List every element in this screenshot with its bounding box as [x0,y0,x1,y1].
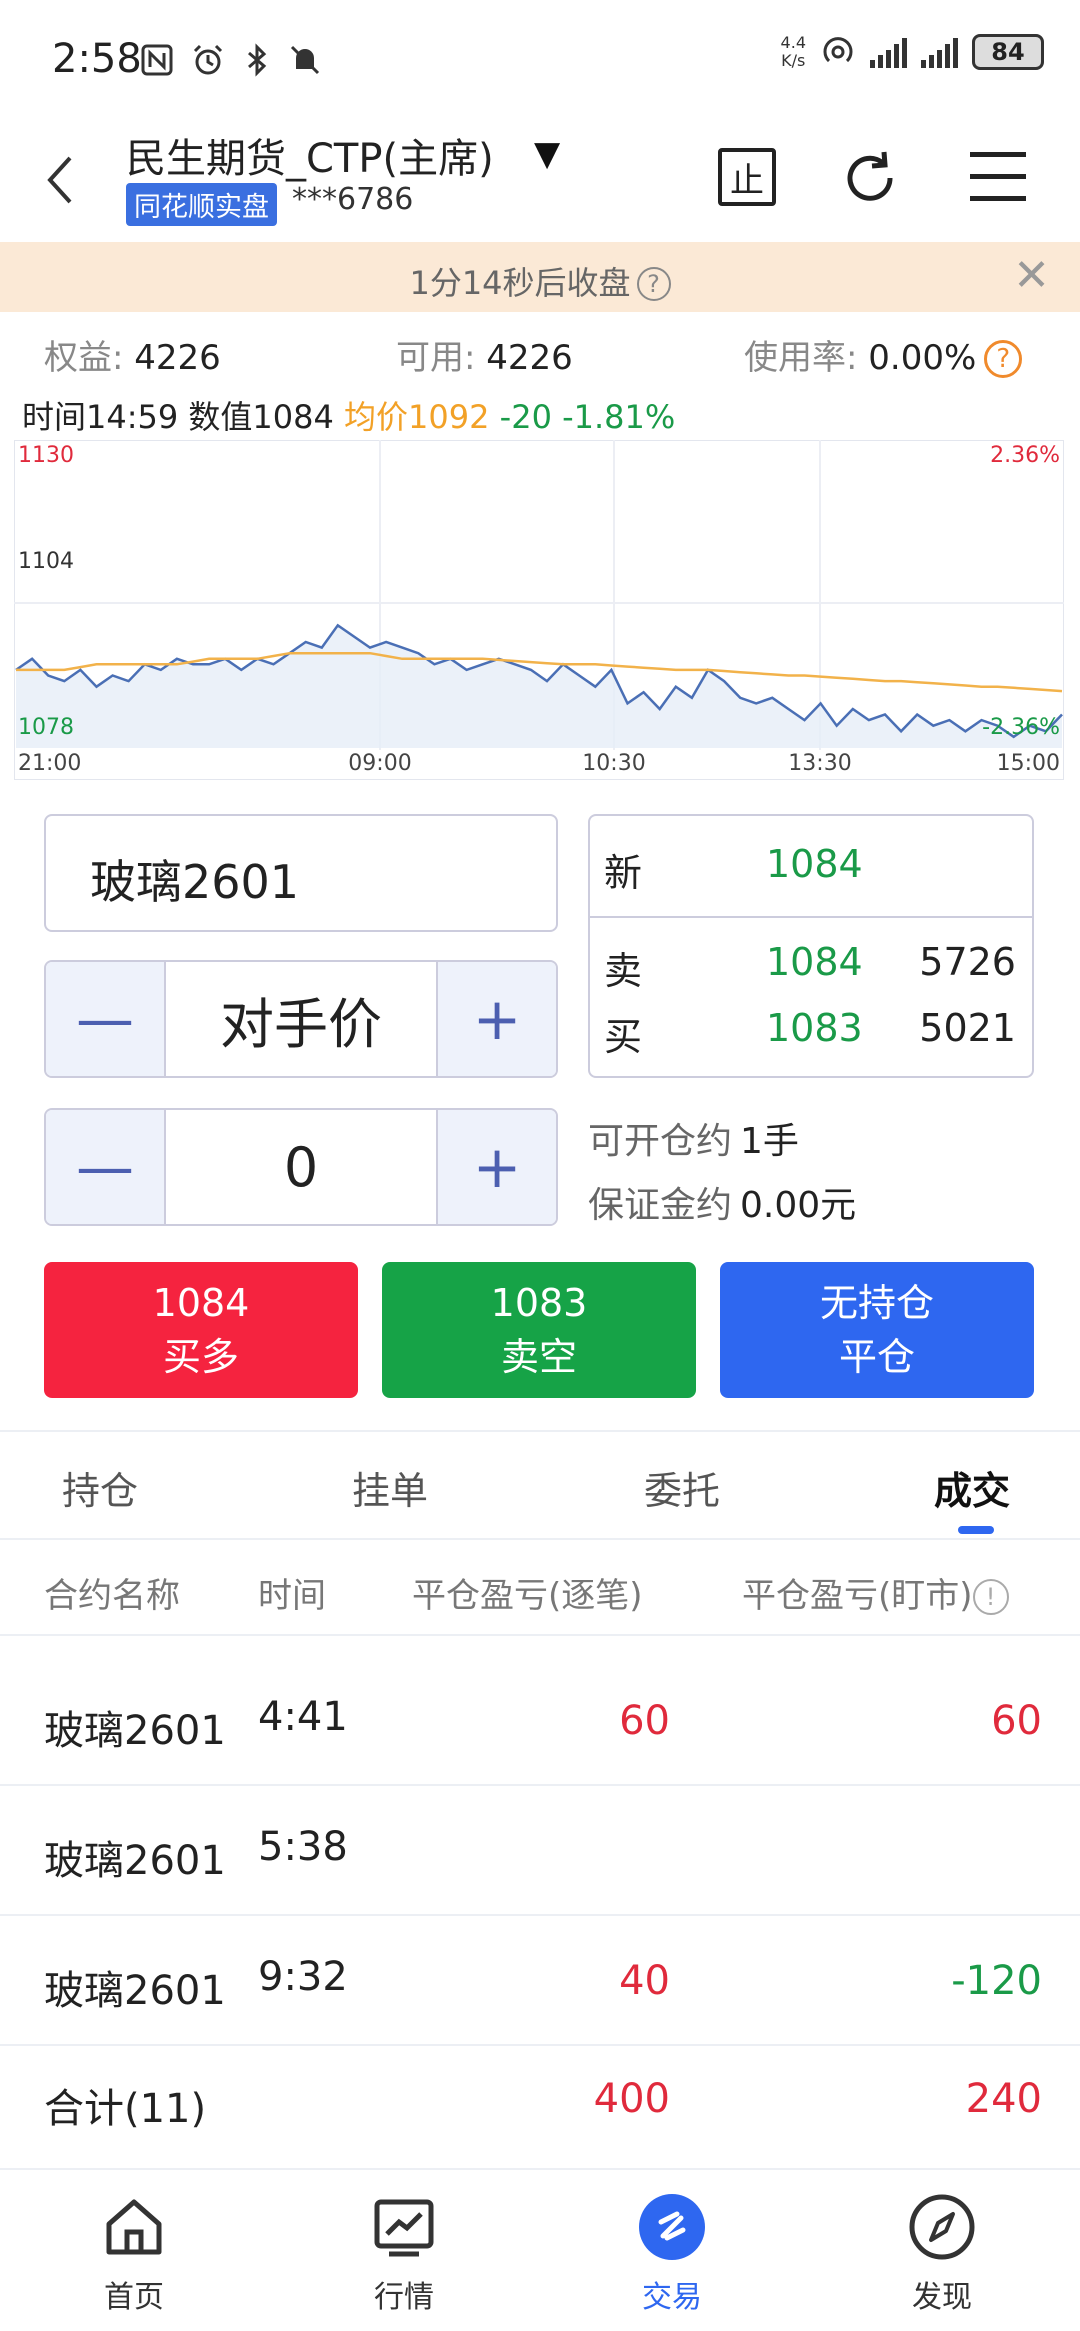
tab-positions[interactable]: 持仓 [62,1460,138,1515]
home-icon [106,2199,162,2255]
divider [0,1634,1080,1636]
tab-orders[interactable]: 委托 [644,1460,720,1515]
platform-badge: 同花顺实盘 [126,183,277,226]
open-capacity: 可开仓约 1手 [588,1121,799,1162]
compass-icon [909,2194,975,2260]
trade-icon [639,2194,705,2260]
tab-trades[interactable]: 成交 [934,1460,1010,1515]
mute-icon [291,45,320,75]
tab-indicator [958,1526,994,1534]
col-contract: 合约名称 [44,1576,180,1616]
total-pnl-trade: 400 [593,2076,670,2122]
dropdown-icon[interactable]: ▼ [534,134,560,174]
usage-rate: 使用率: 0.00%? [744,330,1023,379]
status-time: 2:58 [52,36,142,82]
quote-line: 时间14:59 数值1084 均价1092 -20 -1.81% [22,398,676,436]
price-stepper: — 对手价 + [44,960,558,1078]
status-right: 4.4 K/s 84 [781,34,1044,70]
table-row[interactable]: 玻璃2601 5:38 [0,1786,1080,1916]
broker-name[interactable]: 民生期货_CTP(主席) [126,126,494,184]
y-tick-label: 1104 [18,549,74,574]
available: 可用: 4226 [396,338,573,378]
margin-estimate: 保证金约 0.00元 [588,1185,857,1226]
qty-plus-button[interactable]: + [438,1110,556,1224]
trade-pnl-mark: 60 [991,1698,1042,1744]
contract-input[interactable]: 玻璃2601 [44,814,558,932]
stop-order-icon[interactable]: 止 [718,148,776,206]
status-icons [140,40,322,80]
nav-market[interactable]: 行情 [324,2192,484,2316]
trade-pnl-trade: 60 [619,1698,670,1744]
close-icon[interactable]: ✕ [1013,254,1050,298]
divider [590,916,1032,918]
info-icon[interactable]: ! [972,1579,1009,1615]
help-icon[interactable]: ? [636,267,671,301]
trade-table: 玻璃2601 4:41 60 60 玻璃2601 5:38 玻璃2601 9:32 40 -120 [0,1656,1080,2046]
trade-time: 5:38 [258,1824,348,1870]
trade-time: 4:41 [258,1694,348,1740]
y-tick-label: 1130 [18,443,74,468]
total-label: 合计(11) [44,2086,207,2132]
quantity-stepper: — 0 + [44,1108,558,1226]
trade-pnl-trade: 40 [619,1958,670,2004]
qty-minus-button[interactable]: — [46,1110,164,1224]
trade-contract: 玻璃2601 [44,1708,226,1754]
trade-time: 9:32 [258,1954,348,2000]
alarm-icon [193,44,222,75]
col-pnl-trade: 平仓盈亏(逐笔) [412,1576,643,1616]
y-tick-label: 1078 [18,715,74,740]
header: 民生期货_CTP(主席) ▼ 同花顺实盘 ***6786 止 [0,120,1080,240]
price-plus-button[interactable]: + [438,962,556,1076]
tabs: 持仓 挂单 委托 成交 [0,1432,1080,1540]
signal-icon-2 [921,36,958,68]
y-tick-label-right: 2.36% [990,443,1060,468]
nav-discover[interactable]: 发现 [862,2192,1022,2316]
trade-contract: 玻璃2601 [44,1968,226,2014]
col-time: 时间 [258,1576,326,1616]
usage-help-icon[interactable]: ? [984,340,1023,378]
intraday-chart[interactable]: 1130 1104 1078 2.36% -2.36% 21:00 09:00 10:30 13… [14,440,1064,780]
col-pnl-mark: 平仓盈亏(盯市)! [742,1568,1009,1617]
total-row: 合计(11) 400 240 [0,2044,1080,2164]
x-tick-label: 10:30 [582,751,645,776]
notice-text: 1分14秒后收盘 [409,264,631,302]
status-bar: 2:58 4.4 K/s 84 [0,0,1080,120]
nav-home[interactable]: 首页 [54,2192,214,2316]
price-minus-button[interactable]: — [46,962,164,1076]
x-tick-label: 15:00 [997,751,1060,776]
nav-trade[interactable]: 交易 [592,2192,752,2316]
buy-long-button[interactable]: 1084 买多 [44,1262,358,1398]
equity: 权益: 4226 [44,338,221,378]
trade-contract: 玻璃2601 [44,1838,226,1884]
trade-pnl-mark: -120 [951,1958,1042,2004]
x-tick-label: 09:00 [348,751,411,776]
table-row[interactable]: 玻璃2601 4:41 60 60 [0,1656,1080,1786]
account-number: ***6786 [292,182,414,217]
signal-icon [870,36,907,68]
x-tick-label: 13:30 [788,751,851,776]
quote-box: 新 1084 卖 1084 5726 买 1083 5021 [588,814,1034,1078]
bottom-nav: 首页 行情 交易 发现 [0,2168,1080,2331]
bluetooth-icon [247,43,266,77]
close-position-button[interactable]: 无持仓 平仓 [720,1262,1034,1398]
total-pnl-mark: 240 [965,2076,1042,2122]
menu-icon[interactable] [970,152,1026,202]
account-summary: 权益: 4226 可用: 4226 使用率: 0.00%? [0,326,1080,379]
back-icon[interactable] [40,150,84,210]
price-type[interactable]: 对手价 [164,962,438,1076]
chart-icon [374,2199,434,2257]
nfc-icon [141,44,173,76]
net-speed: 4.4 K/s [780,33,806,70]
tab-pending[interactable]: 挂单 [352,1460,428,1515]
battery-icon: 84 [972,34,1044,70]
sell-short-button[interactable]: 1083 卖空 [382,1262,696,1398]
y-tick-label-right: -2.36% [982,715,1060,740]
table-row[interactable]: 玻璃2601 9:32 40 -120 [0,1916,1080,2046]
quantity-input[interactable]: 0 [164,1110,438,1224]
refresh-icon[interactable] [838,146,902,210]
hotspot-icon [823,37,853,63]
table-header: 合约名称 时间 平仓盈亏(逐笔) 平仓盈亏(盯市)! [0,1540,1080,1636]
closing-notice: 1分14秒后收盘? ✕ [0,242,1080,312]
x-tick-label: 21:00 [18,751,81,776]
